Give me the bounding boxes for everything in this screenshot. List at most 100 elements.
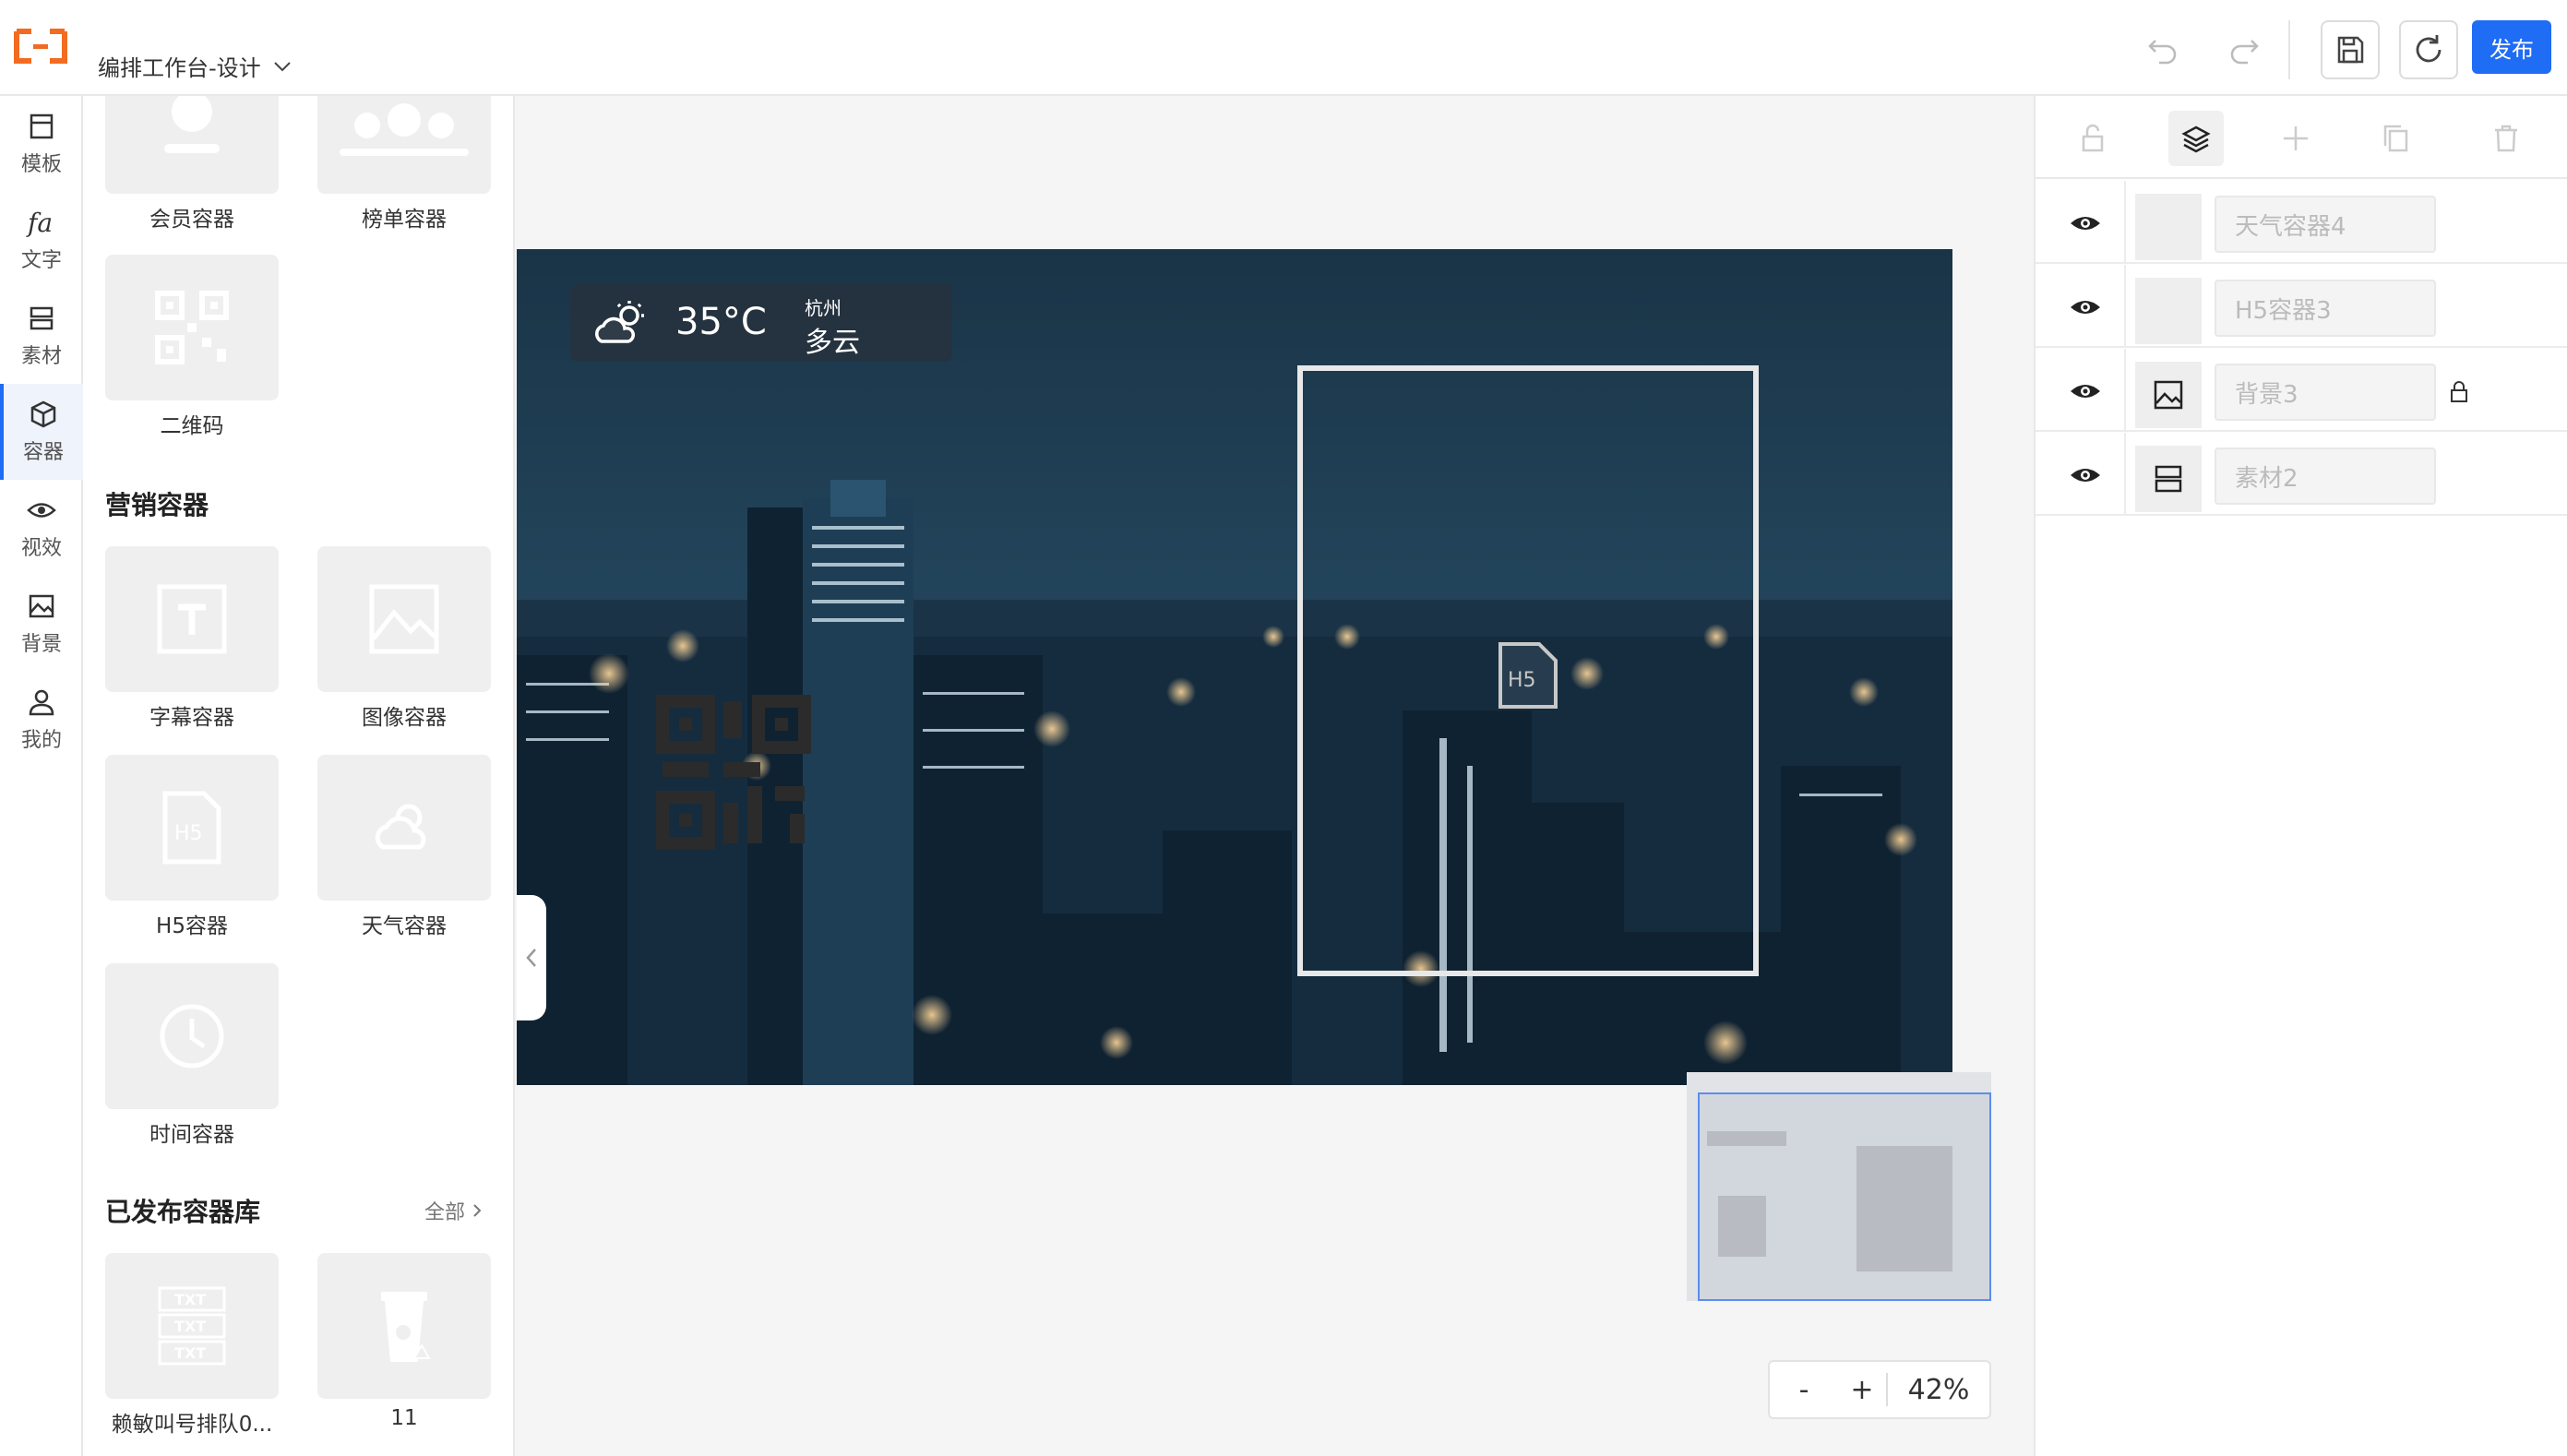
layer-thumbnail [2135,362,2202,428]
eye-icon[interactable] [2069,459,2102,492]
card-label: 榜单容器 [362,208,447,232]
temperature: 35°C [675,301,767,343]
layer-thumbnail [2135,278,2202,344]
svg-text:H5: H5 [174,822,203,845]
eye-icon[interactable] [2069,291,2102,324]
time-container-card[interactable] [105,963,279,1109]
delete-icon [2495,125,2517,152]
refresh-icon [2416,35,2442,63]
rail-label: 文字 [20,249,62,272]
zoom-out-button[interactable]: - [1770,1362,1838,1417]
zoom-in-button[interactable]: + [1838,1362,1886,1417]
redo-button[interactable] [2215,20,2274,79]
text-icon: fa [26,208,53,238]
h5-file-icon: H5 [162,791,221,865]
collapse-panel-tab[interactable] [517,895,546,1020]
template-icon [30,113,54,139]
rail-item-visual-effect[interactable]: 视效 [0,480,83,576]
layer-name[interactable]: 素材2 [2215,448,2436,505]
toolbar-divider [2288,20,2290,79]
rail-label: 素材 [20,345,62,368]
h5-file-icon: H5 [1498,642,1558,709]
unlock-button[interactable] [2065,111,2120,166]
layers-button[interactable] [2168,111,2224,166]
subtitle-icon [157,584,227,654]
chevron-left-icon [526,949,536,967]
qrcode-card[interactable] [105,255,279,400]
undo-button[interactable] [2133,20,2192,79]
rail-item-mine[interactable]: 我的 [0,672,83,768]
view-all-label: 全部 [424,1201,466,1224]
card-label: 二维码 [160,414,224,438]
h5-label: H5 [1508,669,1536,692]
workspace-title-text: 编排工作台-设计 [98,55,261,81]
rail-item-background[interactable]: 背景 [0,576,83,672]
design-canvas[interactable]: 35°C 杭州 多云 H5 - + 42% [515,96,2034,1456]
published-card-11[interactable] [317,1253,491,1399]
top-bar: 编排工作台-设计 发布 [0,0,2567,96]
svg-text:TXT: TXT [174,1291,206,1308]
eye-icon[interactable] [2069,375,2102,408]
image-container-card[interactable] [317,546,491,692]
member-container-card[interactable] [105,96,279,194]
artboard[interactable]: 35°C 杭州 多云 H5 [517,249,1952,1085]
published-section-title: 已发布容器库 [105,1197,261,1227]
chevron-down-icon [273,61,291,71]
workspace-title[interactable]: 编排工作台-设计 [98,50,294,82]
zoom-level[interactable]: 42% [1888,1362,1989,1417]
add-layer-button[interactable] [2268,111,2323,166]
qrcode-icon [155,291,229,364]
card-label: 字幕容器 [149,706,234,730]
layer-name[interactable]: 天气容器4 [2215,196,2436,253]
save-button[interactable] [2321,20,2380,79]
container-icon [30,400,56,428]
view-all-link[interactable]: 全部 [424,1196,485,1225]
rail-item-material[interactable]: 素材 [0,288,83,384]
h5-container-card[interactable]: H5 [105,755,279,901]
rail-item-template[interactable]: 模板 [0,96,83,192]
rail-item-text[interactable]: fa 文字 [0,192,83,288]
layer-row[interactable]: H5容器3 [2036,265,2567,348]
weather-widget[interactable]: 35°C 杭州 多云 [570,284,952,362]
card-label: H5容器 [156,914,228,938]
layer-row[interactable]: 背景3 [2036,349,2567,432]
layer-divider [2124,349,2126,432]
user-icon [29,689,54,716]
layer-thumbnail [2135,446,2202,512]
lock-icon[interactable] [2447,380,2471,404]
add-icon [2284,126,2308,150]
chevron-right-icon [473,1204,482,1217]
ranking-container-card[interactable] [317,96,491,194]
publish-button[interactable]: 发布 [2472,20,2551,74]
refresh-button[interactable] [2399,20,2458,79]
weather-container-card[interactable] [317,755,491,901]
member-icon [164,96,220,153]
svg-text:TXT: TXT [174,1344,206,1362]
eye-icon[interactable] [2069,207,2102,240]
copy-layer-button[interactable] [2368,111,2423,166]
image-icon [369,584,439,654]
layers-icon [2181,125,2211,153]
visual-effect-icon [27,503,56,518]
published-card-queue[interactable]: TXT TXT TXT [105,1253,279,1399]
layer-name[interactable]: 背景3 [2215,364,2436,421]
ranking-icon [340,103,469,156]
minimap-viewport[interactable] [1698,1092,1991,1301]
minimap-weather-block [1707,1131,1786,1146]
subtitle-container-card[interactable] [105,546,279,692]
logo-icon[interactable] [13,26,68,66]
background-icon [29,594,54,618]
rail-label: 我的 [20,729,62,752]
layer-name[interactable]: H5容器3 [2215,280,2436,337]
qrcode-element[interactable] [655,694,812,851]
zoom-control: - + 42% [1768,1360,1991,1419]
delete-layer-button[interactable] [2478,111,2534,166]
city-name: 杭州 [805,297,842,319]
image-icon [2154,380,2183,410]
layer-row[interactable]: 素材2 [2036,433,2567,516]
layer-row[interactable]: 天气容器4 [2036,181,2567,264]
rail-item-container[interactable]: 容器 [0,384,83,480]
material-icon [30,306,54,330]
minimap[interactable] [1687,1072,1991,1301]
txt-icon: TXT TXT TXT [158,1286,226,1366]
